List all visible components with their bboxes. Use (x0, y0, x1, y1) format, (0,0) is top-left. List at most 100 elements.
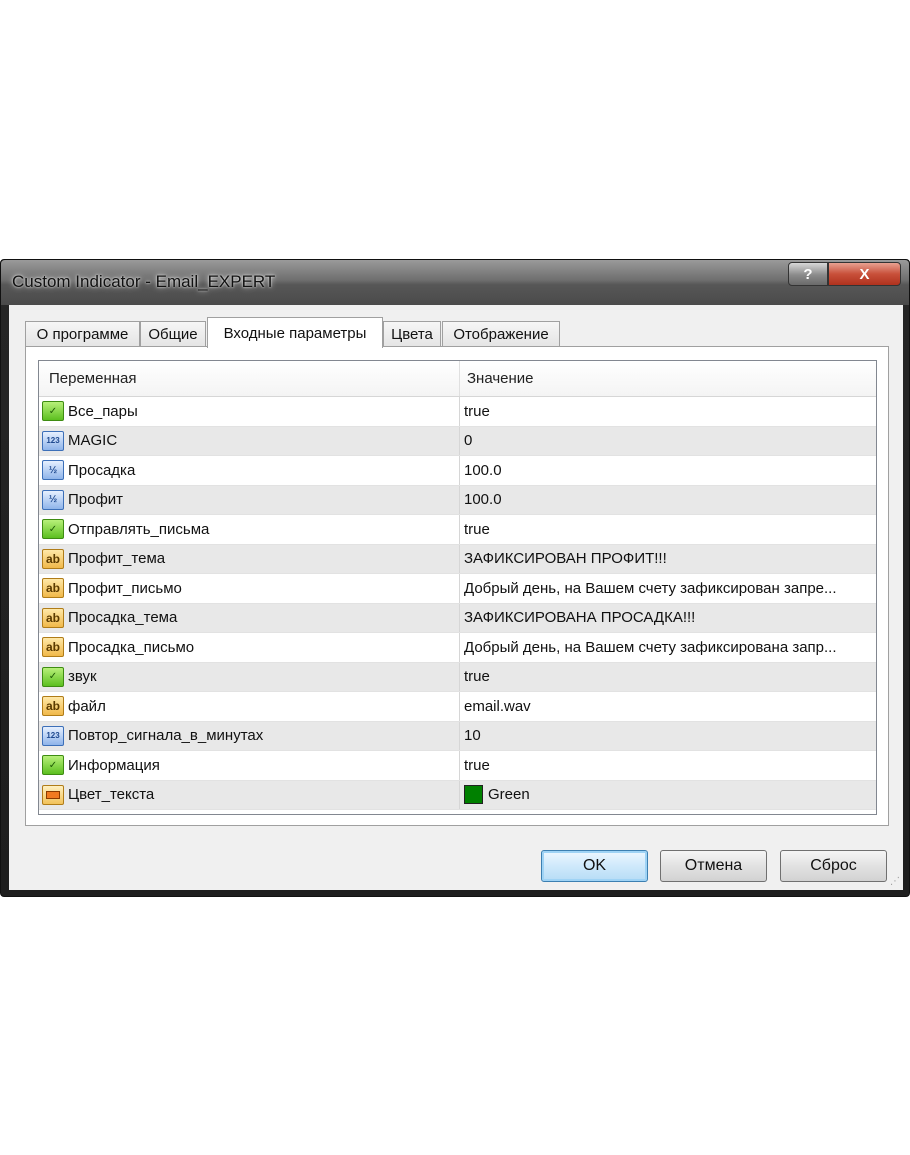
double-icon: ½ (42, 489, 64, 510)
color-icon (42, 784, 64, 805)
variable-name: Просадка (68, 461, 136, 479)
variable-name: Цвет_текста (68, 786, 155, 804)
value-cell[interactable]: 100.0 (460, 456, 876, 485)
value-cell[interactable]: 0 (460, 427, 876, 456)
value-text: Green (488, 786, 530, 804)
variable-cell: ½ Профит (39, 485, 460, 514)
value-text: true (464, 756, 490, 774)
table-row[interactable]: ab Просадка_письмо Добрый день, на Вашем с… (39, 633, 876, 663)
value-text: 10 (464, 727, 481, 745)
value-cell[interactable]: true (460, 515, 876, 544)
tab-input-parameters[interactable]: Входные параметры (207, 317, 383, 348)
help-button[interactable]: ? (788, 262, 828, 286)
string-icon: ab (42, 607, 64, 628)
variable-name: Профит (68, 491, 124, 509)
value-cell[interactable]: email.wav (460, 692, 876, 721)
variable-cell: 123 Повтор_сигнала_в_минутах (39, 721, 460, 750)
ok-button[interactable]: OK (541, 850, 648, 882)
table-row[interactable]: ab Профит_тема ЗАФИКСИРОВАН ПРОФИТ!!! (39, 544, 876, 574)
variable-name: Просадка_тема (68, 609, 178, 627)
table-row[interactable]: 123 MAGIC 0 (39, 426, 876, 456)
table-row[interactable]: ✓ Информация true (39, 751, 876, 781)
cancel-button[interactable]: Отмена (660, 850, 767, 882)
int-icon: 123 (42, 725, 64, 746)
variable-cell: ab Просадка_письмо (39, 633, 460, 662)
value-cell[interactable]: true (460, 751, 876, 780)
tab-panel: Переменная Значение ✓ Все_пары true 123 MAGI… (25, 346, 889, 826)
title-buttons: ? X (788, 262, 901, 286)
variable-cell: ✓ звук (39, 662, 460, 691)
string-icon: ab (42, 578, 64, 599)
value-cell[interactable]: Добрый день, на Вашем счету зафиксирован… (460, 633, 876, 662)
table-row[interactable]: Цвет_текста Green (39, 780, 876, 810)
table-row[interactable]: ✓ Все_пары true (39, 397, 876, 427)
variable-cell: ✓ Все_пары (39, 397, 460, 426)
value-text: Добрый день, на Вашем счету зафиксирован… (464, 579, 837, 597)
value-cell[interactable]: Green (460, 781, 876, 810)
reset-button[interactable]: Сброс (780, 850, 887, 882)
header-variable[interactable]: Переменная (39, 361, 460, 396)
value-text: 100.0 (464, 461, 502, 479)
table-row[interactable]: ab Просадка_тема ЗАФИКСИРОВАНА ПРОСАДКА!!! (39, 603, 876, 633)
variable-name: файл (68, 697, 106, 715)
variable-cell: 123 MAGIC (39, 426, 460, 455)
tab-general[interactable]: Общие (140, 321, 206, 347)
variable-name: Информация (68, 756, 160, 774)
table-row[interactable]: ✓ звук true (39, 662, 876, 692)
variable-cell: ab файл (39, 692, 460, 721)
double-icon: ½ (42, 460, 64, 481)
tab-display[interactable]: Отображение (442, 321, 560, 347)
value-text: 0 (464, 432, 473, 450)
value-cell[interactable]: ЗАФИКСИРОВАНА ПРОСАДКА!!! (460, 604, 876, 633)
value-text: true (464, 402, 490, 420)
string-icon: ab (42, 637, 64, 658)
table-header: Переменная Значение (39, 361, 876, 397)
title-bar[interactable]: Custom Indicator - Email_EXPERT ? X (1, 260, 909, 305)
variable-cell: ✓ Отправлять_письма (39, 515, 460, 544)
value-text: ЗАФИКСИРОВАНА ПРОСАДКА!!! (464, 609, 696, 627)
bool-icon: ✓ (42, 519, 64, 540)
value-text: ЗАФИКСИРОВАН ПРОФИТ!!! (464, 550, 667, 568)
dialog-window: Custom Indicator - Email_EXPERT ? X О пр… (0, 259, 910, 897)
variable-cell: ✓ Информация (39, 751, 460, 780)
value-cell[interactable]: ЗАФИКСИРОВАН ПРОФИТ!!! (460, 545, 876, 574)
variable-cell: ab Профит_тема (39, 544, 460, 573)
variable-cell: ab Профит_письмо (39, 574, 460, 603)
value-text: true (464, 520, 490, 538)
bool-icon: ✓ (42, 755, 64, 776)
header-value[interactable]: Значение (460, 361, 876, 396)
variable-name: MAGIC (68, 432, 118, 450)
value-cell[interactable]: Добрый день, на Вашем счету зафиксирован… (460, 574, 876, 603)
table-row[interactable]: 123 Повтор_сигнала_в_минутах 10 (39, 721, 876, 751)
value-cell[interactable]: 100.0 (460, 486, 876, 515)
table-body: ✓ Все_пары true 123 MAGIC 0 ½ Просадка 100.0 ½ Про… (39, 397, 876, 810)
parameters-table: Переменная Значение ✓ Все_пары true 123 MAGI… (38, 360, 877, 815)
table-row[interactable]: ab Профит_письмо Добрый день, на Вашем сче… (39, 574, 876, 604)
dialog-client: О программе Общие Входные параметры Цвет… (9, 305, 903, 890)
value-text: Добрый день, на Вашем счету зафиксирован… (464, 638, 837, 656)
tab-about[interactable]: О программе (25, 321, 140, 347)
color-swatch (464, 785, 483, 805)
variable-name: Просадка_письмо (68, 638, 195, 656)
bool-icon: ✓ (42, 666, 64, 687)
variable-name: Профит_тема (68, 550, 166, 568)
value-text: 100.0 (464, 491, 502, 509)
variable-cell: ab Просадка_тема (39, 603, 460, 632)
window-title: Custom Indicator - Email_EXPERT (12, 272, 276, 291)
variable-cell: Цвет_текста (39, 780, 460, 809)
resize-grip-icon[interactable]: ⋰ (890, 876, 900, 887)
table-row[interactable]: ✓ Отправлять_письма true (39, 515, 876, 545)
variable-cell: ½ Просадка (39, 456, 460, 485)
tab-colors[interactable]: Цвета (383, 321, 441, 347)
value-text: true (464, 668, 490, 686)
variable-name: Отправлять_письма (68, 520, 210, 538)
close-button[interactable]: X (828, 262, 901, 286)
value-cell[interactable]: true (460, 397, 876, 426)
table-row[interactable]: ½ Профит 100.0 (39, 485, 876, 515)
table-row[interactable]: ½ Просадка 100.0 (39, 456, 876, 486)
variable-name: Повтор_сигнала_в_минутах (68, 727, 264, 745)
table-row[interactable]: ab файл email.wav (39, 692, 876, 722)
value-cell[interactable]: true (460, 663, 876, 692)
value-cell[interactable]: 10 (460, 722, 876, 751)
variable-name: звук (68, 668, 97, 686)
